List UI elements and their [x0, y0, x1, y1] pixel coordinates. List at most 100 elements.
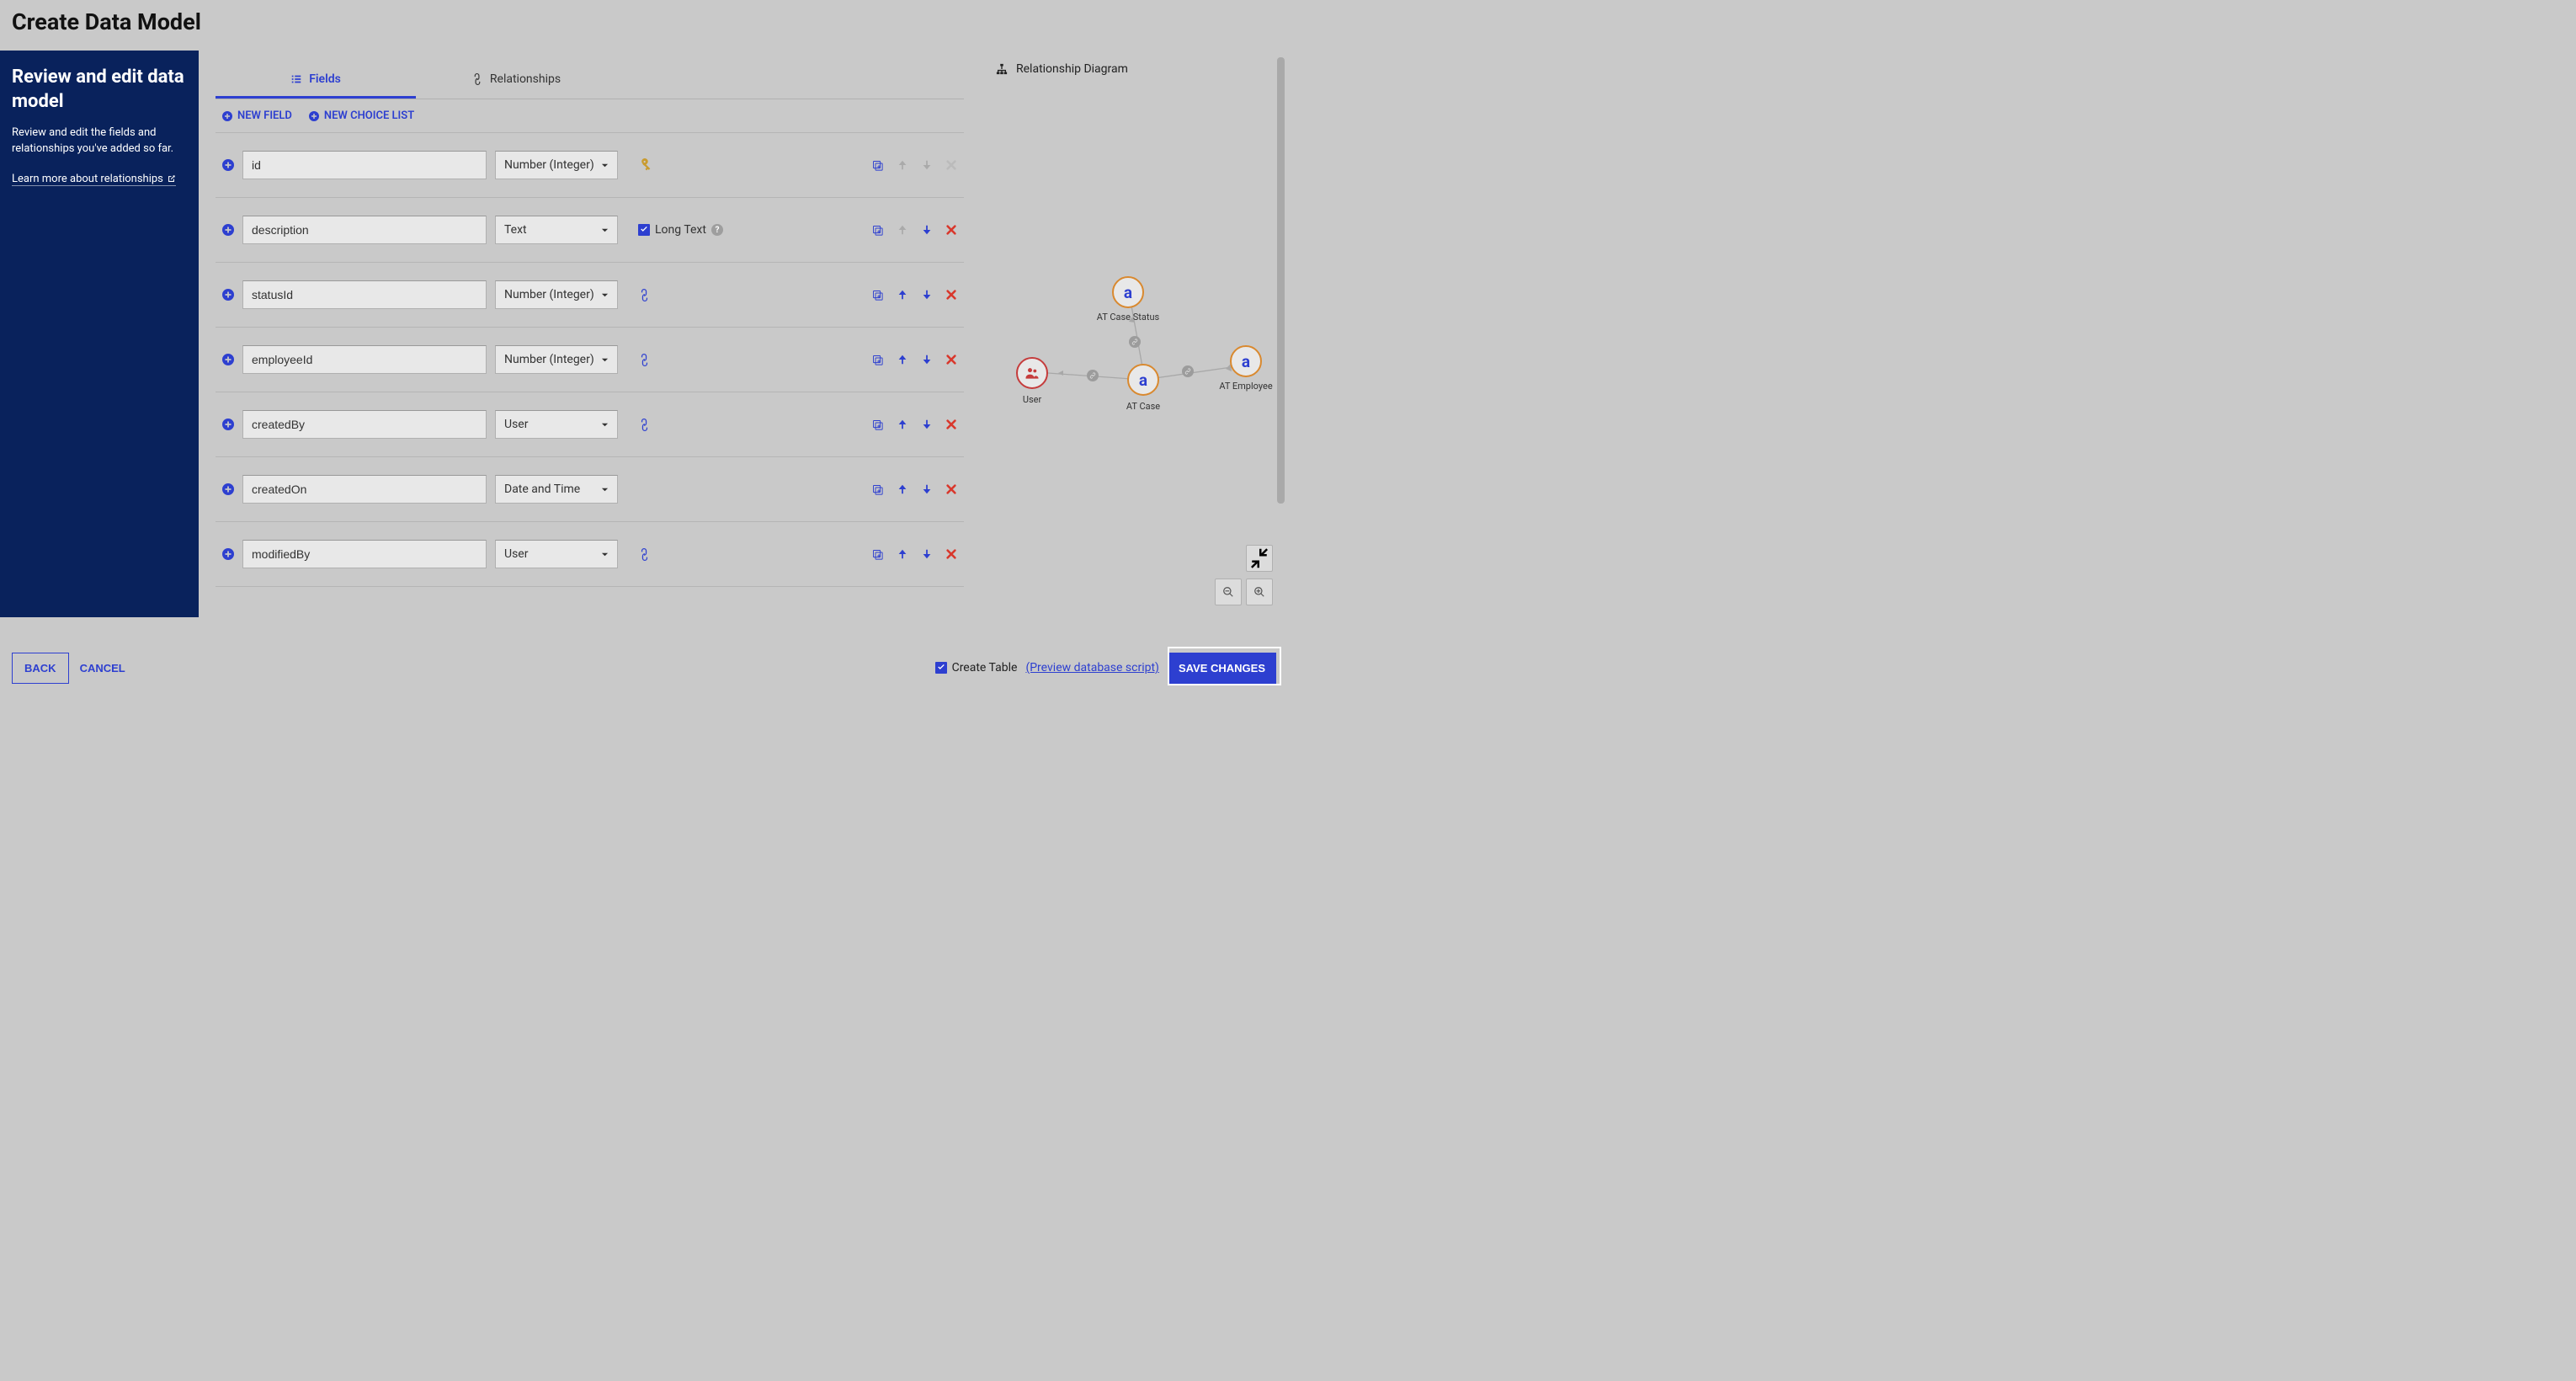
delete-button[interactable] — [945, 289, 957, 301]
diagram-node-user[interactable] — [1016, 357, 1048, 389]
checkbox-checked-icon[interactable] — [638, 224, 650, 236]
checkbox-checked-icon — [935, 662, 947, 674]
save-changes-button[interactable]: SAVE CHANGES — [1168, 653, 1276, 684]
plus-circle-icon — [222, 548, 234, 560]
duplicate-button[interactable] — [871, 159, 884, 172]
sidebar: Review and edit data model Review and ed… — [0, 51, 199, 617]
plus-circle-icon — [309, 111, 319, 121]
plus-circle-icon — [222, 354, 234, 365]
delete-button[interactable] — [945, 224, 957, 237]
diagram-node-at-employee[interactable]: a — [1230, 345, 1262, 377]
diagram-node-at-case[interactable]: a — [1127, 364, 1159, 396]
zoom-out-icon — [1222, 586, 1234, 598]
expand-field-button[interactable] — [222, 354, 234, 365]
field-name-input[interactable] — [242, 540, 487, 568]
plus-circle-icon — [222, 224, 234, 236]
zoom-out-button[interactable] — [1215, 579, 1242, 605]
link-icon — [636, 285, 653, 303]
field-type-select[interactable]: Number (Integer) — [495, 280, 618, 309]
delete-button[interactable] — [945, 354, 957, 366]
field-type-select[interactable]: User — [495, 410, 618, 439]
duplicate-button[interactable] — [871, 224, 884, 237]
move-up-button[interactable] — [896, 548, 908, 561]
field-type-select[interactable]: Text — [495, 216, 618, 244]
field-row: Number (Integer) — [216, 327, 964, 392]
zoom-in-button[interactable] — [1246, 579, 1273, 605]
duplicate-button[interactable] — [871, 289, 884, 301]
field-name-input[interactable] — [242, 216, 487, 244]
duplicate-button[interactable] — [871, 354, 884, 366]
duplicate-button[interactable] — [871, 548, 884, 561]
move-up-button[interactable] — [896, 419, 908, 431]
field-name-input[interactable] — [242, 280, 487, 309]
field-row: Text Long Text ? — [216, 197, 964, 262]
duplicate-icon — [871, 224, 884, 237]
move-up-button[interactable] — [896, 354, 908, 366]
list-icon — [290, 73, 302, 85]
field-name-input[interactable] — [242, 151, 487, 179]
tab-relationships[interactable]: Relationships — [416, 61, 616, 99]
duplicate-icon — [871, 548, 884, 561]
cancel-button[interactable]: CANCEL — [80, 662, 125, 675]
move-down-button[interactable] — [920, 224, 933, 237]
back-button[interactable]: BACK — [12, 653, 69, 684]
long-text-label: Long Text — [655, 223, 706, 237]
duplicate-icon — [871, 289, 884, 301]
key-icon — [635, 154, 656, 175]
diagram-label-at-employee: AT Employee — [1219, 381, 1272, 392]
field-type-select[interactable]: Number (Integer) — [495, 151, 618, 179]
plus-circle-icon — [222, 483, 234, 495]
expand-field-button[interactable] — [222, 289, 234, 301]
move-down-button[interactable] — [920, 548, 933, 561]
new-field-button[interactable]: NEW FIELD — [222, 109, 292, 122]
move-down-button[interactable] — [920, 289, 933, 301]
delete-button[interactable] — [945, 419, 957, 431]
link-icon — [469, 71, 486, 88]
plus-circle-icon — [222, 289, 234, 301]
sidebar-description: Review and edit the fields and relations… — [12, 125, 187, 157]
diagram-canvas[interactable]: User a AT Case a AT Case Status a AT Emp… — [981, 91, 1288, 617]
field-row: User — [216, 392, 964, 456]
tab-fields[interactable]: Fields — [216, 61, 416, 99]
move-up-button[interactable] — [896, 289, 908, 301]
duplicate-button[interactable] — [871, 419, 884, 431]
plus-circle-icon — [222, 419, 234, 430]
page-title: Create Data Model — [12, 8, 1276, 35]
create-table-checkbox-label[interactable]: Create Table — [935, 661, 1018, 675]
delete-button[interactable] — [945, 548, 957, 561]
learn-more-link[interactable]: Learn more about relationships — [12, 173, 176, 186]
new-choice-list-button[interactable]: NEW CHOICE LIST — [309, 109, 414, 122]
move-down-button[interactable] — [920, 483, 933, 496]
delete-button[interactable] — [945, 483, 957, 496]
field-name-input[interactable] — [242, 410, 487, 439]
diagram-node-at-case-status[interactable]: a — [1112, 276, 1144, 308]
field-type-select[interactable]: User — [495, 540, 618, 568]
external-link-icon — [167, 174, 176, 184]
footer: BACK CANCEL Create Table (Preview databa… — [0, 645, 1288, 690]
expand-field-button[interactable] — [222, 483, 234, 495]
caret-down-icon — [601, 291, 609, 299]
expand-field-button[interactable] — [222, 159, 234, 171]
field-type-select[interactable]: Number (Integer) — [495, 345, 618, 374]
duplicate-button[interactable] — [871, 483, 884, 496]
expand-field-button[interactable] — [222, 419, 234, 430]
field-name-input[interactable] — [242, 345, 487, 374]
move-down-button[interactable] — [920, 419, 933, 431]
expand-field-button[interactable] — [222, 224, 234, 236]
field-row: Number (Integer) — [216, 132, 964, 197]
field-name-input[interactable] — [242, 475, 487, 504]
collapse-button[interactable] — [1246, 545, 1273, 572]
arrow-up-icon — [897, 289, 908, 301]
expand-field-button[interactable] — [222, 548, 234, 560]
caret-down-icon — [601, 421, 609, 429]
x-icon — [945, 419, 957, 430]
arrow-down-icon — [921, 483, 933, 495]
move-up-button — [896, 224, 908, 237]
move-up-button[interactable] — [896, 483, 908, 496]
preview-script-link[interactable]: (Preview database script) — [1025, 661, 1159, 675]
field-type-select[interactable]: Date and Time — [495, 475, 618, 504]
move-down-button[interactable] — [920, 354, 933, 366]
help-icon[interactable]: ? — [711, 224, 723, 236]
diagram-label-at-case: AT Case — [1126, 401, 1160, 412]
sitemap-icon — [996, 63, 1008, 75]
